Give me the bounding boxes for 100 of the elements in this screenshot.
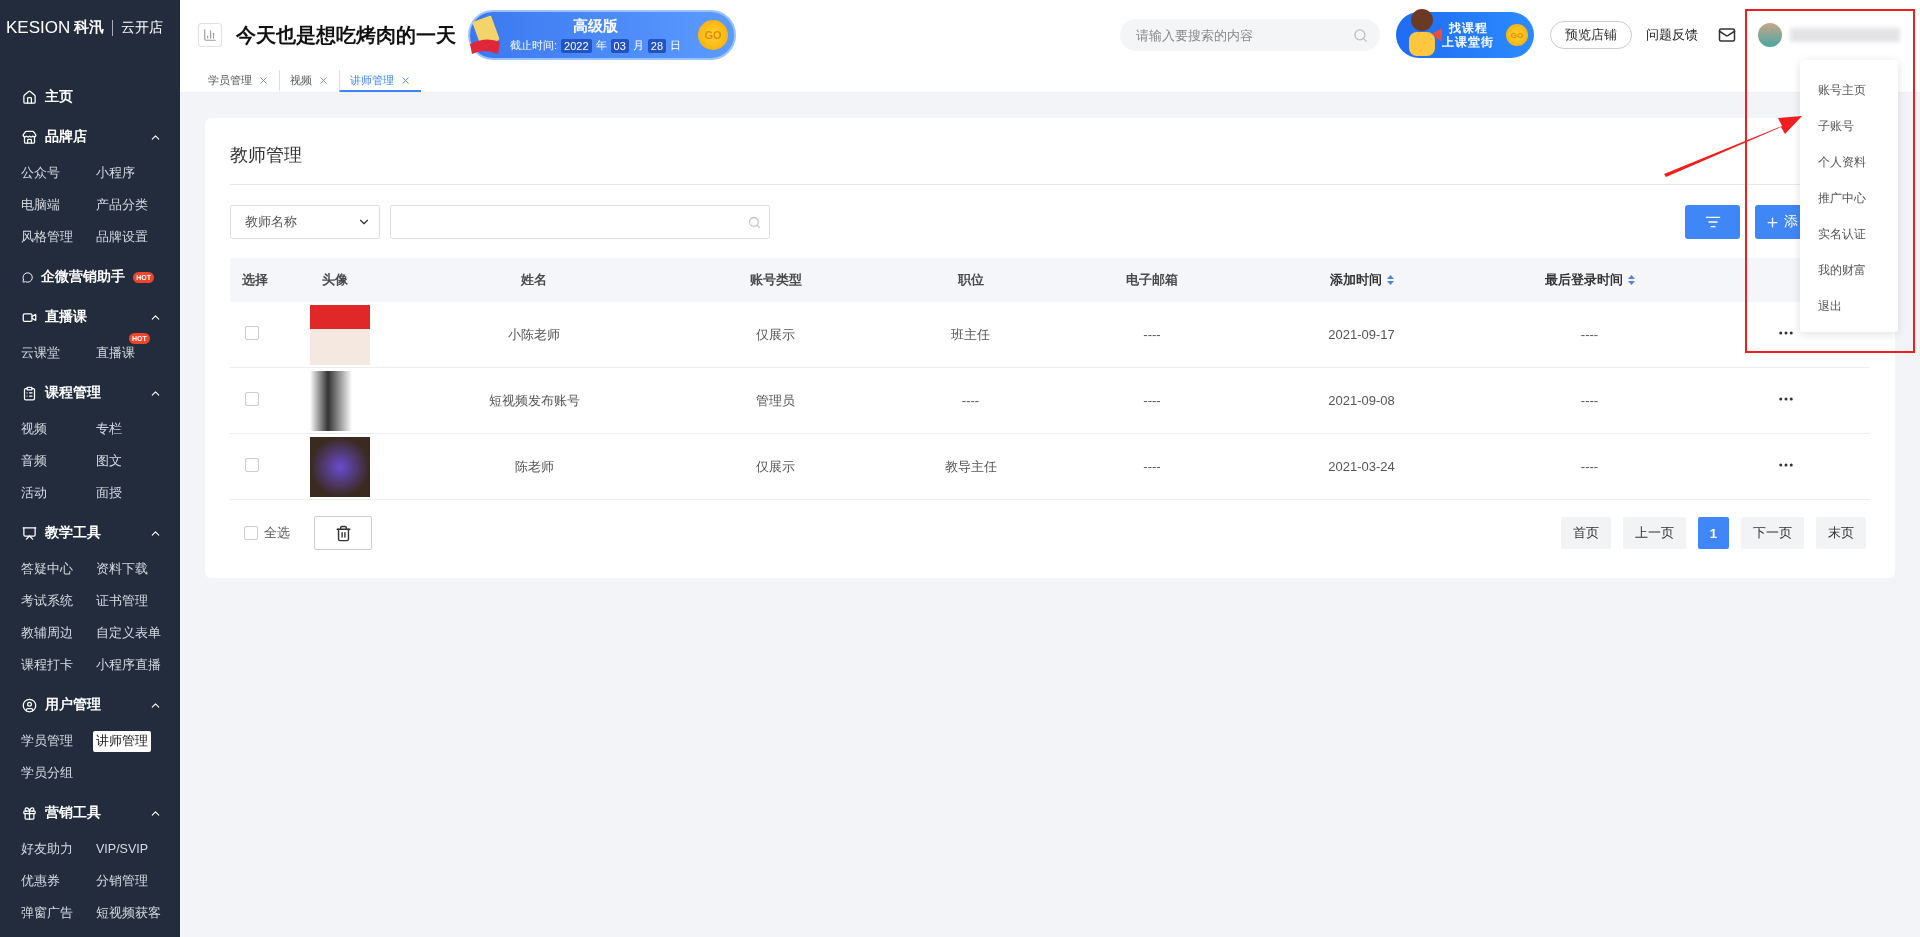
menu-item[interactable]: 品牌设置: [93, 226, 151, 248]
plus-icon: [1765, 214, 1780, 230]
search-field[interactable]: 请输入要搜索的内容: [1120, 19, 1380, 51]
page-button[interactable]: 末页: [1816, 517, 1866, 549]
menu-item[interactable]: 弹窗广告: [18, 902, 76, 924]
select-all-label: 全选: [264, 524, 290, 542]
banner-text: 找课程: [1448, 20, 1488, 35]
page-tab[interactable]: 讲师管理: [339, 70, 421, 92]
course-banner[interactable]: 找课程 上课堂街 GO: [1396, 12, 1534, 58]
delete-button[interactable]: [314, 516, 372, 550]
menu-item[interactable]: 面授: [93, 482, 125, 504]
menu-group[interactable]: 课程管理: [45, 384, 101, 402]
menu-item[interactable]: VIP/SVIP: [93, 840, 152, 858]
column-header[interactable]: 最后登录时间: [1544, 271, 1623, 289]
menu-item[interactable]: 分销管理: [93, 870, 151, 892]
menu-item[interactable]: 音频: [18, 450, 50, 472]
menu-item[interactable]: 退出: [1800, 288, 1898, 324]
table-cell: ----: [1143, 327, 1161, 342]
sort-icon[interactable]: [1627, 275, 1635, 285]
menu-item[interactable]: 实名认证: [1800, 216, 1898, 252]
date-value: 28: [647, 38, 667, 53]
column-header: 头像: [322, 271, 348, 289]
page-button[interactable]: 上一页: [1622, 517, 1686, 549]
menu-item[interactable]: 公众号: [18, 162, 63, 184]
banner-text: 上课堂街: [1442, 35, 1494, 50]
menu-item[interactable]: 小程序直播: [93, 654, 164, 676]
menu-group[interactable]: 主页: [45, 88, 73, 106]
menu-item[interactable]: 风格管理: [18, 226, 76, 248]
mail-icon[interactable]: [1718, 26, 1736, 44]
page-button[interactable]: 首页: [1560, 517, 1611, 549]
filter-select[interactable]: 教师名称: [230, 205, 380, 239]
menu-item[interactable]: 学员管理: [18, 730, 76, 752]
menu-item[interactable]: 短视频获客: [93, 902, 164, 924]
menu-item[interactable]: 电脑端: [18, 194, 63, 216]
feedback-link[interactable]: 问题反馈: [1646, 26, 1698, 44]
column-header: 账号类型: [749, 271, 802, 289]
menu-group[interactable]: 营销工具: [45, 804, 101, 822]
menu-item[interactable]: 资料下载: [93, 558, 151, 580]
select-all-checkbox[interactable]: [244, 526, 258, 540]
sort-icon[interactable]: [1386, 275, 1394, 285]
close-icon[interactable]: [400, 74, 411, 86]
menu-item[interactable]: 答疑中心: [18, 558, 76, 580]
menu-item[interactable]: 子账号: [1800, 108, 1898, 144]
go-badge: GO: [698, 20, 728, 50]
edition-banner[interactable]: 高级版 截止时间: 2022 年 03 月 28 日 GO: [468, 10, 736, 60]
menu-item[interactable]: 好友助力: [18, 838, 76, 860]
filter-button[interactable]: [1685, 205, 1740, 239]
column-header: 选择: [242, 271, 268, 289]
table-cell: 管理员: [756, 392, 795, 408]
menu-item[interactable]: 自定义表单: [93, 622, 164, 644]
menu-item[interactable]: 云课堂: [18, 342, 63, 364]
menu-item[interactable]: 小程序: [93, 162, 138, 184]
menu-item[interactable]: 考试系统: [18, 590, 76, 612]
close-icon[interactable]: [318, 74, 329, 86]
edition-label: 高级版: [573, 17, 618, 36]
date-unit: 年: [595, 38, 607, 53]
menu-item[interactable]: 产品分类: [93, 194, 151, 216]
menu-item[interactable]: 课程打卡: [18, 654, 76, 676]
page-button[interactable]: 下一页: [1741, 517, 1804, 549]
menu-item[interactable]: 专栏: [93, 418, 125, 440]
row-checkbox[interactable]: [245, 325, 259, 340]
menu-item[interactable]: 推广中心: [1800, 180, 1898, 216]
close-icon[interactable]: [258, 74, 269, 86]
menu-item[interactable]: 活动: [18, 482, 50, 504]
menu-group[interactable]: 企微营销助手: [41, 268, 126, 286]
menu-item[interactable]: 视频: [18, 418, 50, 440]
table-cell: ----: [1580, 327, 1599, 342]
table-cell: 仅展示: [756, 326, 795, 342]
page-tab[interactable]: 视频: [279, 70, 339, 92]
search-icon[interactable]: [748, 215, 761, 229]
menu-group[interactable]: 品牌店: [45, 128, 87, 146]
row-checkbox[interactable]: [245, 391, 259, 406]
menu-group-icon: [22, 525, 37, 541]
table-cell: ----: [1143, 393, 1161, 408]
menu-item[interactable]: 图文: [93, 450, 125, 472]
photo-placeholder: [310, 436, 370, 497]
menu-item[interactable]: 教辅周边: [18, 622, 76, 644]
menu-item[interactable]: 个人资料: [1800, 144, 1898, 180]
menu-item[interactable]: 直播课: [93, 342, 138, 364]
table-cell: 短视频发布账号: [488, 392, 580, 408]
menu-item[interactable]: 学员分组: [18, 762, 76, 784]
menu-group[interactable]: 教学工具: [45, 524, 101, 542]
table-cell: 班主任: [951, 326, 990, 342]
table-cell: ----: [961, 393, 980, 408]
page-button[interactable]: 1: [1697, 517, 1729, 549]
page-tab[interactable]: 学员管理: [198, 70, 279, 92]
row-checkbox[interactable]: [245, 457, 259, 472]
menu-item[interactable]: 我的财富: [1800, 252, 1898, 288]
menu-item[interactable]: 账号主页: [1800, 72, 1898, 108]
menu-item[interactable]: 证书管理: [93, 590, 151, 612]
menu-group[interactable]: 直播课: [45, 308, 87, 326]
menu-group[interactable]: 用户管理: [45, 696, 101, 714]
search-input[interactable]: 请输入要搜索的内容: [1134, 26, 1353, 44]
menu-item[interactable]: 讲师管理: [93, 730, 151, 752]
preview-store-button[interactable]: 预览店铺: [1550, 21, 1632, 49]
menu-item[interactable]: 优惠券: [18, 870, 63, 892]
avatar[interactable]: [1758, 23, 1782, 47]
column-header[interactable]: 添加时间: [1329, 271, 1382, 289]
column-header: 职位: [957, 271, 984, 289]
table-cell: 小陈老师: [508, 326, 560, 342]
